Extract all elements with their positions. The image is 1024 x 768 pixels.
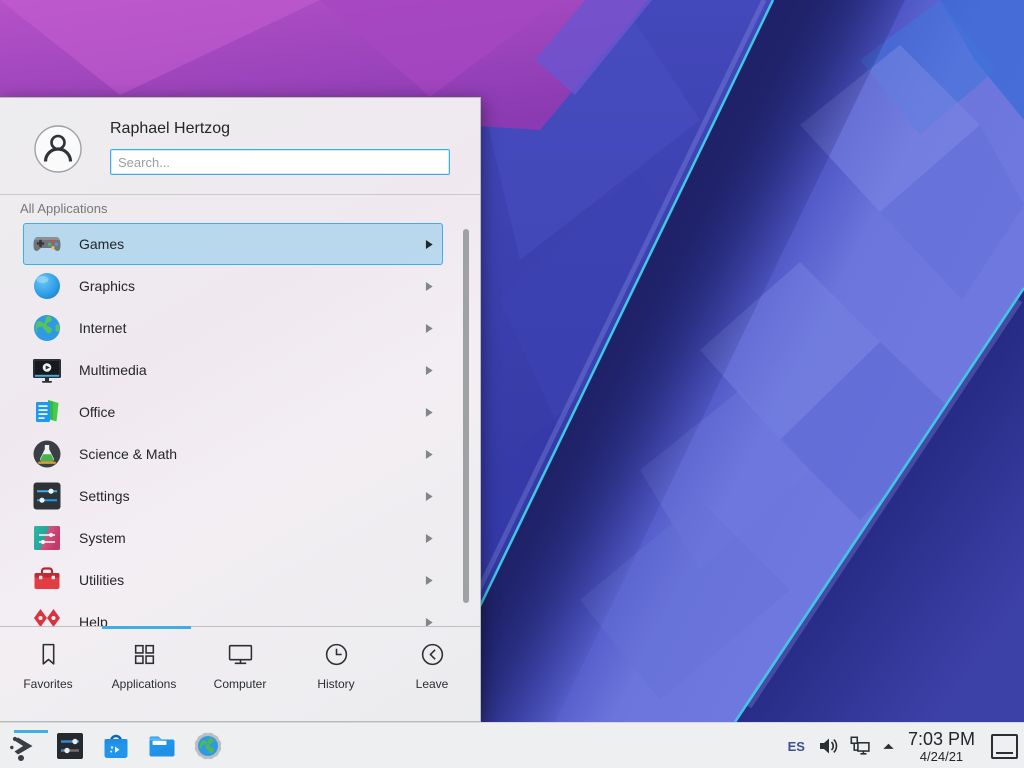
system-icon [31, 522, 63, 554]
application-launcher-popup: Raphael Hertzog All Applications Games Gr… [0, 97, 481, 722]
taskbar-app-file-manager[interactable] [146, 730, 178, 762]
tab-label: Applications [112, 677, 177, 691]
category-label: Help [79, 614, 425, 626]
tab-label: Favorites [23, 677, 72, 691]
show-desktop-button[interactable] [991, 734, 1018, 759]
games-icon [31, 228, 63, 260]
clock-time: 7:03 PM [908, 730, 975, 748]
category-system[interactable]: System [23, 517, 443, 559]
science-icon [31, 438, 63, 470]
taskbar: ES 7:03 PM 4/24/21 [0, 722, 1024, 768]
submenu-arrow-icon [425, 323, 434, 334]
history-icon [323, 641, 350, 668]
taskbar-app-application-launcher[interactable] [8, 730, 40, 762]
internet-icon [31, 312, 63, 344]
category-list: Games Graphics Internet Multimedia Office Sci… [0, 223, 480, 626]
applications-icon [131, 641, 158, 668]
leave-icon [419, 641, 446, 668]
category-label: Internet [79, 320, 425, 336]
section-label: All Applications [20, 201, 107, 216]
tab-label: History [317, 677, 354, 691]
user-name: Raphael Hertzog [110, 120, 230, 138]
category-office[interactable]: Office [23, 391, 443, 433]
category-label: System [79, 530, 425, 546]
taskbar-app-system-settings[interactable] [54, 730, 86, 762]
settings-icon [31, 480, 63, 512]
category-label: Settings [79, 488, 425, 504]
category-label: Utilities [79, 572, 425, 588]
launcher-footer: Favorites Applications Computer History Leav… [0, 626, 480, 723]
digital-clock[interactable]: 7:03 PM 4/24/21 [908, 730, 975, 763]
favorites-icon [35, 641, 62, 668]
category-label: Office [79, 404, 425, 420]
category-settings[interactable]: Settings [23, 475, 443, 517]
computer-icon [227, 641, 254, 668]
tab-applications[interactable]: Applications [96, 641, 192, 723]
graphics-icon [31, 270, 63, 302]
category-multimedia[interactable]: Multimedia [23, 349, 443, 391]
category-label: Multimedia [79, 362, 425, 378]
category-help[interactable]: Help [23, 601, 443, 626]
tab-computer[interactable]: Computer [192, 641, 288, 723]
search-input[interactable] [110, 149, 450, 175]
taskbar-app-discover[interactable] [100, 730, 132, 762]
submenu-arrow-icon [425, 449, 434, 460]
submenu-arrow-icon [425, 365, 434, 376]
desktop: { "launcher": { "user_name": "Raphael He… [0, 0, 1024, 768]
clock-date: 4/24/21 [920, 750, 963, 763]
category-internet[interactable]: Internet [23, 307, 443, 349]
help-icon [31, 606, 63, 626]
submenu-arrow-icon [425, 533, 434, 544]
category-games[interactable]: Games [23, 223, 443, 265]
taskbar-app-web-browser[interactable] [192, 730, 224, 762]
keyboard-layout-indicator[interactable]: ES [788, 739, 805, 754]
category-graphics[interactable]: Graphics [23, 265, 443, 307]
tab-label: Leave [416, 677, 449, 691]
user-avatar-icon[interactable] [34, 125, 82, 173]
utilities-icon [31, 564, 63, 596]
tab-bar: Favorites Applications Computer History Leav… [0, 627, 480, 723]
volume-icon[interactable] [817, 735, 839, 757]
office-icon [31, 396, 63, 428]
active-tab-indicator [102, 626, 191, 629]
category-science-math[interactable]: Science & Math [23, 433, 443, 475]
tab-favorites[interactable]: Favorites [0, 641, 96, 723]
scrollbar[interactable] [463, 229, 469, 603]
submenu-arrow-icon [425, 281, 434, 292]
submenu-arrow-icon [425, 491, 434, 502]
submenu-arrow-icon [425, 575, 434, 586]
tab-leave[interactable]: Leave [384, 641, 480, 723]
expand-tray-icon[interactable] [881, 739, 896, 754]
multimedia-icon [31, 354, 63, 386]
category-utilities[interactable]: Utilities [23, 559, 443, 601]
launcher-header: Raphael Hertzog [0, 98, 480, 194]
active-app-indicator [14, 730, 48, 733]
category-label: Science & Math [79, 446, 425, 462]
submenu-arrow-icon [425, 617, 434, 627]
tab-history[interactable]: History [288, 641, 384, 723]
category-label: Graphics [79, 278, 425, 294]
submenu-arrow-icon [425, 239, 434, 250]
header-separator [0, 194, 480, 195]
network-icon[interactable] [849, 735, 871, 757]
category-label: Games [79, 236, 425, 252]
system-tray: ES 7:03 PM 4/24/21 [788, 723, 1024, 768]
submenu-arrow-icon [425, 407, 434, 418]
tab-label: Computer [214, 677, 267, 691]
